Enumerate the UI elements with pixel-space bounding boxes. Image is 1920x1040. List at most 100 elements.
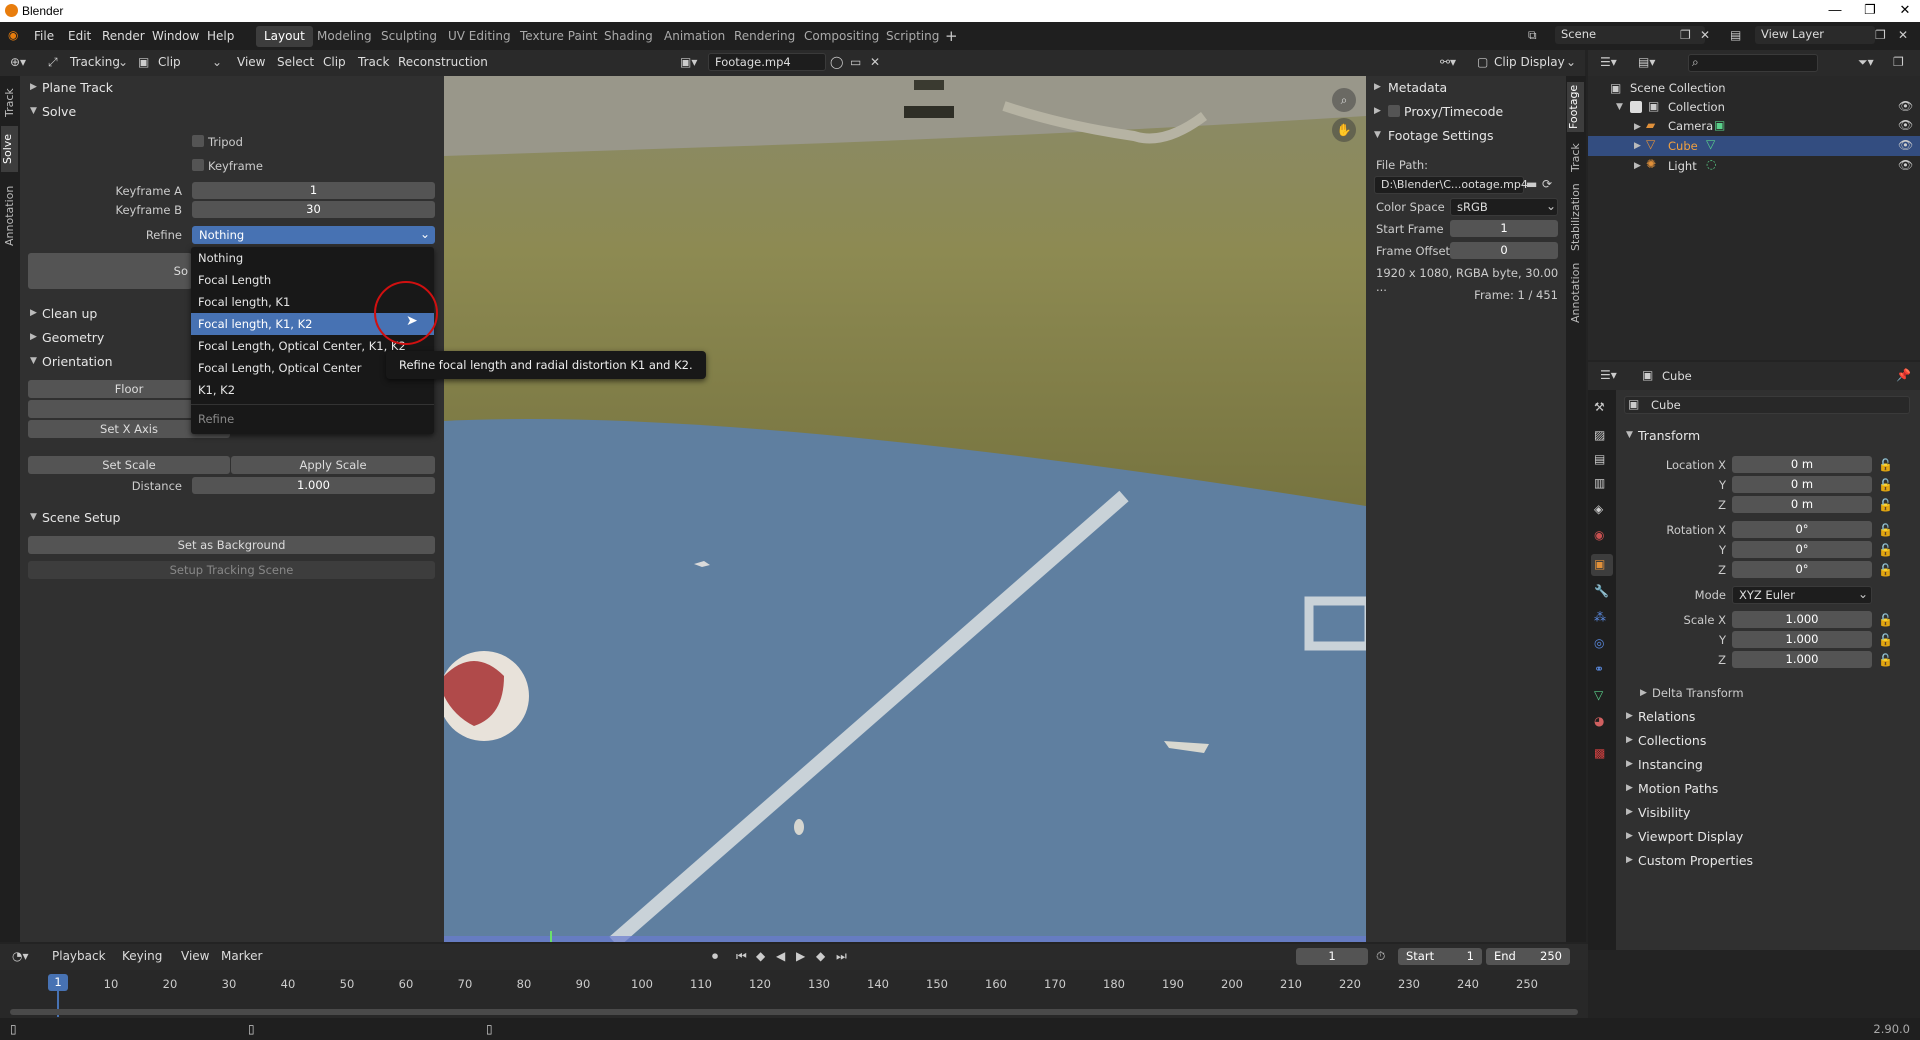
- clip-browse-icon[interactable]: ▣▾: [680, 55, 697, 69]
- lock-icon[interactable]: 🔓: [1878, 458, 1893, 472]
- file-path-field[interactable]: D:\Blender\C...ootage.mp4: [1374, 176, 1528, 194]
- tab-sculpting[interactable]: Sculpting: [373, 26, 445, 47]
- jump-keyframe-forward-icon[interactable]: ◆: [816, 949, 825, 963]
- object-props-icon[interactable]: ▣: [1594, 557, 1605, 571]
- collapse-arrow-icon[interactable]: ▶: [1626, 831, 1633, 841]
- footage-settings-panel-header[interactable]: Footage Settings: [1388, 128, 1493, 143]
- collapse-arrow-icon[interactable]: ▶: [30, 82, 37, 92]
- collapse-arrow-icon[interactable]: ▶: [1634, 161, 1641, 171]
- timeline-scrollbar[interactable]: [10, 1009, 1578, 1015]
- outliner-editor-type-icon[interactable]: ☰▾: [1600, 55, 1617, 69]
- menu-reconstruction[interactable]: Reconstruction: [398, 55, 488, 69]
- refine-dropdown[interactable]: Nothing: [192, 226, 435, 244]
- restore-icon[interactable]: ❐: [1855, 2, 1885, 20]
- render-icon[interactable]: ▨: [1594, 428, 1605, 442]
- jump-end-icon[interactable]: ⏭: [836, 949, 847, 964]
- menu-window[interactable]: Window: [152, 29, 199, 43]
- collapse-arrow-icon[interactable]: ▶: [1626, 855, 1633, 865]
- open-folder-icon[interactable]: ▭: [850, 55, 861, 69]
- clip-display-menu[interactable]: Clip Display: [1494, 55, 1565, 69]
- eye-icon[interactable]: 👁: [1898, 158, 1913, 172]
- tab-modeling[interactable]: Modeling: [309, 26, 380, 47]
- preview-range-icon[interactable]: ⏱: [1376, 949, 1385, 964]
- eye-icon[interactable]: 👁: [1898, 138, 1913, 152]
- menu-item-nothing[interactable]: Nothing: [191, 247, 434, 269]
- properties-editor-type-icon[interactable]: ☰▾: [1600, 368, 1617, 382]
- close-icon[interactable]: ✕: [1890, 2, 1920, 20]
- menu-keying[interactable]: Keying: [122, 949, 162, 963]
- new-scene-icon[interactable]: ❐: [1680, 28, 1691, 42]
- setup-tracking-scene-button[interactable]: Setup Tracking Scene: [28, 561, 435, 579]
- menu-timeline-view[interactable]: View: [181, 949, 209, 963]
- keyframe-b-field[interactable]: 30: [192, 201, 435, 218]
- frame-offset-field[interactable]: 0: [1450, 242, 1558, 259]
- metadata-panel-header[interactable]: Metadata: [1388, 80, 1447, 95]
- collapse-arrow-icon[interactable]: ▶: [1374, 82, 1381, 92]
- zoom-icon[interactable]: ⌕: [1332, 88, 1356, 112]
- jump-start-icon[interactable]: ⏮: [736, 949, 747, 964]
- visibility-panel-header[interactable]: Visibility: [1638, 805, 1690, 820]
- menu-render[interactable]: Render: [102, 29, 145, 43]
- clean-up-panel-header[interactable]: Clean up: [42, 306, 97, 321]
- texture-icon[interactable]: ▩: [1594, 746, 1605, 760]
- set-as-background-button[interactable]: Set as Background: [28, 536, 435, 554]
- outliner-camera[interactable]: Camera: [1668, 116, 1713, 136]
- world-icon[interactable]: ◉: [1594, 528, 1604, 542]
- outliner-search-input[interactable]: [1688, 54, 1818, 72]
- playhead-frame-badge[interactable]: 1: [48, 974, 68, 991]
- tab-scripting[interactable]: Scripting: [878, 26, 947, 47]
- start-frame-timeline-field[interactable]: Start 1: [1398, 948, 1482, 965]
- collapse-arrow-icon[interactable]: ▶: [1626, 783, 1633, 793]
- tab-rendering[interactable]: Rendering: [726, 26, 803, 47]
- menu-playback[interactable]: Playback: [52, 949, 106, 963]
- add-workspace-icon[interactable]: +: [945, 27, 958, 45]
- orientation-panel-header[interactable]: Orientation: [42, 354, 113, 369]
- current-frame-field[interactable]: 1: [1296, 948, 1368, 965]
- tab-solve[interactable]: Solve: [1, 126, 18, 172]
- lock-icon[interactable]: 🔓: [1878, 478, 1893, 492]
- reload-icon[interactable]: ⟳: [1542, 177, 1552, 191]
- plane-track-panel-header[interactable]: Plane Track: [42, 80, 113, 95]
- collapse-arrow-icon[interactable]: ▶: [1634, 141, 1641, 151]
- menu-view[interactable]: View: [237, 55, 265, 69]
- physics-icon[interactable]: ◎: [1594, 636, 1604, 650]
- play-icon[interactable]: ▶: [796, 949, 805, 963]
- keyframe-checkbox[interactable]: [192, 159, 204, 171]
- geometry-panel-header[interactable]: Geometry: [42, 330, 104, 345]
- new-collection-icon[interactable]: ❐: [1893, 55, 1904, 69]
- collapse-arrow-icon[interactable]: ▶: [1634, 122, 1641, 132]
- end-frame-timeline-field[interactable]: End 250: [1486, 948, 1570, 965]
- collapse-arrow-icon[interactable]: ▶: [1626, 735, 1633, 745]
- view-layer-props-icon[interactable]: ▥: [1594, 476, 1605, 490]
- collapse-arrow-icon[interactable]: ▶: [1626, 759, 1633, 769]
- tab-track-right[interactable]: Track: [1569, 138, 1582, 178]
- menu-clip[interactable]: Clip: [323, 55, 346, 69]
- location-z-field[interactable]: 0 m: [1732, 496, 1872, 513]
- lock-icon[interactable]: 🔓: [1878, 633, 1893, 647]
- menu-track[interactable]: Track: [358, 55, 389, 69]
- collapse-arrow-icon[interactable]: ▶: [1640, 688, 1647, 698]
- lock-icon[interactable]: 🔓: [1878, 613, 1893, 627]
- timeline-editor-type-icon[interactable]: ◔▾: [12, 949, 29, 963]
- minimize-icon[interactable]: —: [1820, 2, 1850, 20]
- set-scale-button[interactable]: Set Scale: [28, 456, 230, 474]
- collapse-arrow-icon[interactable]: ▶: [30, 308, 37, 318]
- menu-edit[interactable]: Edit: [68, 29, 91, 43]
- lock-icon[interactable]: 🔓: [1878, 653, 1893, 667]
- blender-menu-icon[interactable]: ◉: [8, 28, 18, 42]
- view-layer-selector[interactable]: View Layer: [1755, 26, 1875, 44]
- record-icon[interactable]: ⏺: [712, 949, 718, 964]
- menu-select[interactable]: Select: [277, 55, 314, 69]
- outliner-cube[interactable]: Cube: [1668, 136, 1698, 156]
- play-reverse-icon[interactable]: ◀: [776, 949, 785, 963]
- constraints-icon[interactable]: ⚭: [1594, 662, 1604, 676]
- pivot-icon[interactable]: ⚯▾: [1440, 55, 1456, 69]
- tab-layout[interactable]: Layout: [256, 26, 313, 47]
- folder-icon[interactable]: ▬: [1526, 177, 1537, 191]
- expand-arrow-icon[interactable]: ▼: [30, 106, 37, 116]
- collapse-arrow-icon[interactable]: ▶: [1374, 106, 1381, 116]
- menu-marker[interactable]: Marker: [221, 949, 262, 963]
- tab-footage[interactable]: Footage: [1567, 82, 1584, 132]
- rotation-y-field[interactable]: 0°: [1732, 541, 1872, 558]
- fake-user-icon[interactable]: ◯: [830, 55, 843, 69]
